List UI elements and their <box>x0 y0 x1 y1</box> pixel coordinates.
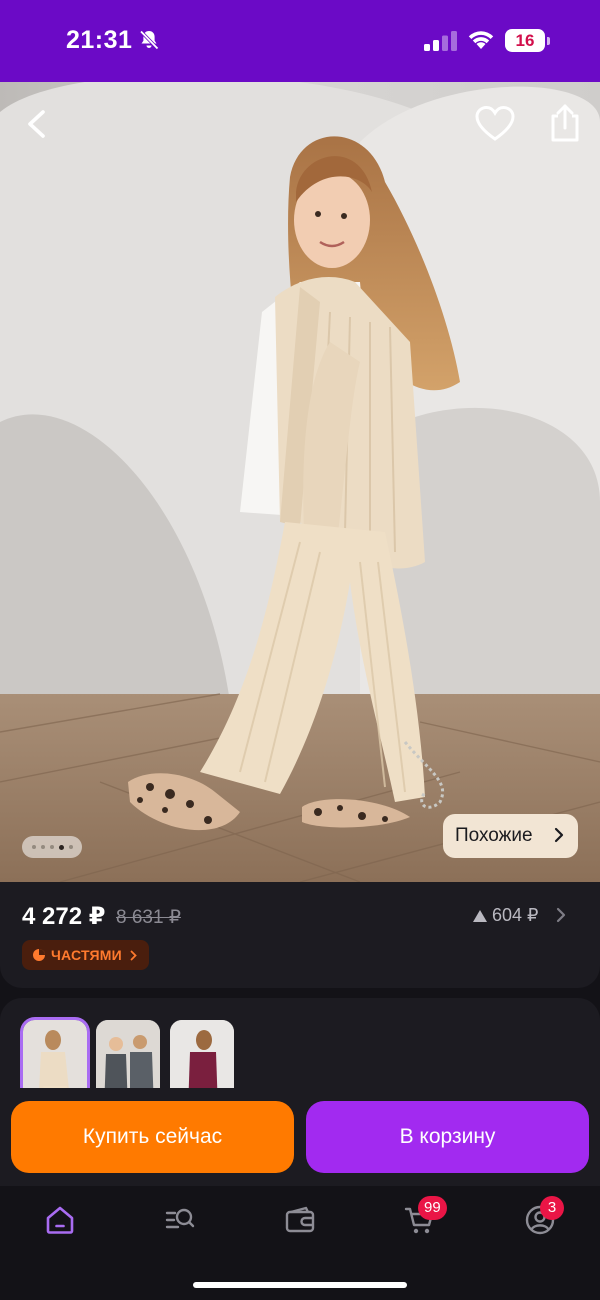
wallet-icon <box>285 1206 315 1233</box>
pie-chart-icon <box>33 949 45 961</box>
share-icon[interactable] <box>546 102 584 144</box>
tab-cart[interactable]: 99 <box>398 1196 447 1240</box>
gallery-dot <box>40 845 45 849</box>
status-bar: 21:31 16 <box>0 0 600 82</box>
bell-slash-icon <box>139 30 159 50</box>
gallery-dot <box>49 845 54 849</box>
tab-profile[interactable]: 3 <box>518 1196 564 1240</box>
similar-products-button[interactable]: Похожие <box>443 814 578 858</box>
chevron-right-icon[interactable] <box>556 907 566 923</box>
add-to-cart-button[interactable]: В корзину <box>306 1101 589 1173</box>
price-history-button[interactable]: 604 ₽ <box>472 905 539 926</box>
tab-wallet[interactable] <box>278 1200 322 1240</box>
cart-badge: 99 <box>418 1196 447 1220</box>
battery-icon: 16 <box>505 29 550 52</box>
price-card: 4 272 ₽ 8 631 ₽ 604 ₽ ЧАСТЯМИ <box>0 882 600 988</box>
chevron-right-icon <box>554 827 564 843</box>
product-image-gallery[interactable]: Похожие <box>0 82 600 882</box>
home-indicator <box>193 1282 407 1288</box>
gallery-page-indicator <box>22 836 82 858</box>
gallery-dot <box>68 845 73 849</box>
back-button[interactable] <box>16 104 56 144</box>
product-page: 21:31 16 Похожие 4 272 ₽ 8 631 ₽ 604 ₽ Ч… <box>0 0 600 1300</box>
status-time: 21:31 <box>66 26 133 54</box>
purchase-action-bar: Купить сейчас В корзину <box>0 1088 600 1186</box>
similar-products-label: Похожие <box>455 825 533 846</box>
home-icon <box>46 1206 74 1234</box>
buy-now-button[interactable]: Купить сейчас <box>11 1101 294 1173</box>
installments-badge[interactable]: ЧАСТЯМИ <box>22 940 149 970</box>
gallery-dot <box>31 845 36 849</box>
gallery-dot-active <box>58 844 64 850</box>
price-change-value: 604 ₽ <box>492 905 539 925</box>
old-price: 8 631 ₽ <box>116 907 181 928</box>
tab-home[interactable] <box>38 1200 82 1240</box>
current-price: 4 272 ₽ <box>22 903 106 930</box>
price-up-icon <box>473 909 487 922</box>
cellular-signal-icon <box>424 31 457 51</box>
heart-icon[interactable] <box>474 104 516 144</box>
product-photo <box>0 82 600 882</box>
tab-catalog[interactable] <box>158 1200 202 1240</box>
bottom-tab-bar: 99 3 <box>0 1186 600 1300</box>
profile-badge: 3 <box>540 1196 564 1220</box>
wifi-icon <box>468 31 494 49</box>
chevron-right-icon <box>130 950 137 960</box>
catalog-search-icon <box>165 1208 195 1229</box>
installments-label: ЧАСТЯМИ <box>51 947 122 963</box>
